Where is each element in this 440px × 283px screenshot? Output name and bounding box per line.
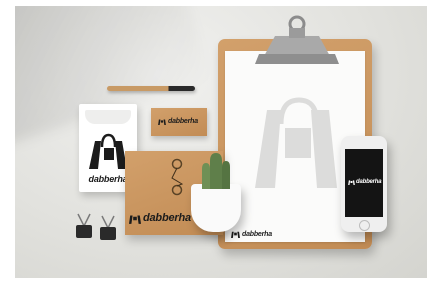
clipboard-clip-icon — [255, 15, 339, 64]
cactus-icon — [202, 153, 230, 189]
clipboard-brand-label: dabberha — [242, 230, 272, 238]
business-card-brand-label: dabberha — [168, 118, 198, 125]
shopping-bag-logo-icon — [129, 215, 141, 224]
pen — [107, 86, 195, 91]
envelope-string-icon — [171, 158, 184, 196]
card-box-slot — [85, 110, 131, 124]
mockup-scene: dabberha dabberha dabberha dabberha dabb… — [15, 6, 427, 278]
large-watermark-logo-icon — [255, 97, 337, 188]
envelope-brand: dabberha — [129, 212, 191, 224]
shopping-bag-logo-icon — [158, 119, 166, 125]
smartphone-brand-label: dabberha — [356, 179, 382, 185]
plant-pot — [191, 184, 241, 232]
business-card-brand: dabberha — [158, 118, 198, 125]
shopping-bag-logo-icon — [231, 231, 240, 238]
smartphone-brand: dabberha — [348, 179, 382, 185]
smartphone-home-button — [359, 220, 370, 231]
binder-clip-icon — [100, 215, 116, 240]
shopping-bag-logo-icon — [348, 180, 355, 185]
clipboard-brand: dabberha — [231, 230, 272, 238]
binder-clip-icon — [76, 213, 92, 238]
envelope-brand-label: dabberha — [143, 212, 191, 224]
shopping-bag-logo-icon — [89, 133, 127, 169]
